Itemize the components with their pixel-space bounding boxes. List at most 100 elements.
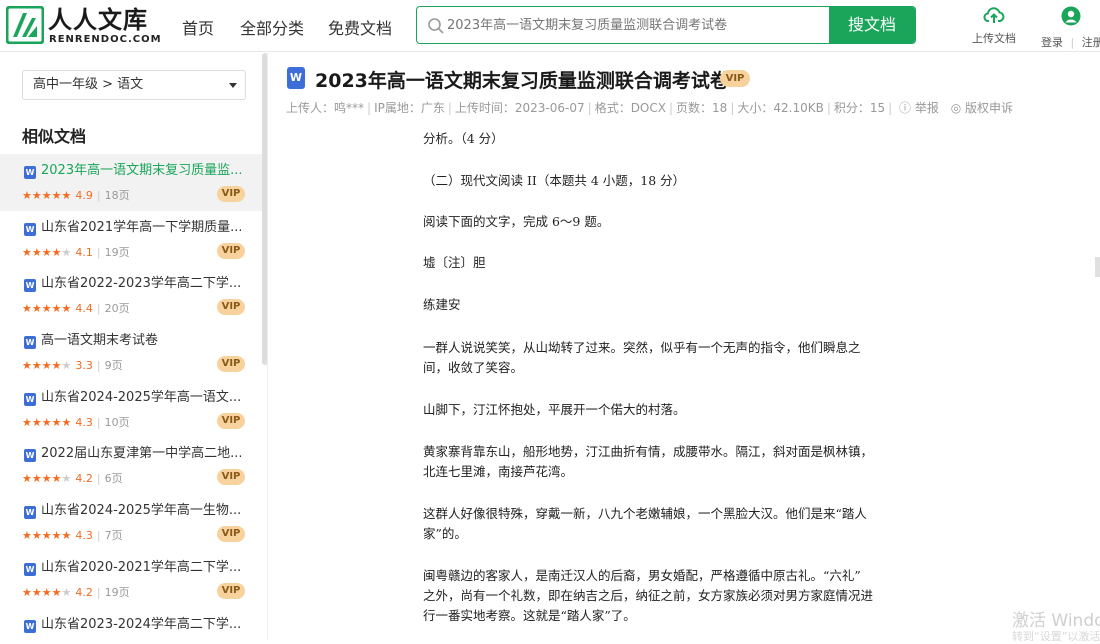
star-filled-icon: ★ [41, 529, 52, 543]
word-doc-icon: W [24, 562, 36, 576]
document-paragraph-line: 分析。（4 分） [423, 131, 504, 146]
vip-badge: VIP [217, 242, 245, 259]
meta-size: 大小：42.10KB [737, 101, 824, 115]
page-count: 19页 [104, 245, 130, 259]
similar-doc-title[interactable]: 山东省2023-2024学年高二下学... [41, 616, 241, 634]
similar-doc-item[interactable]: W 山东省2020-2021学年高二下学... ★★★★★ 4.2 | 19页 VIP [0, 551, 262, 608]
category-select[interactable]: 高中一年级 > 语文 [22, 70, 246, 100]
document-meta: 上传人：鸣*** | IP属地：广东 | 上传时间：2023-06-07 | 格式：DOCX… [286, 99, 1013, 116]
category-select-value: 高中一年级 > 语文 [33, 77, 144, 92]
search-bar: 搜文档 [416, 6, 916, 44]
meta-format: 格式：DOCX [594, 101, 666, 115]
word-doc-icon: W [24, 506, 36, 520]
star-filled-icon: ★ [51, 529, 62, 543]
sidebar: 高中一年级 > 语文 相似文档 W 2023年高一语文期末复习质量监... ★★★★… [0, 53, 268, 640]
similar-doc-meta: ★★★★★ 4.3 | 10页 [22, 414, 130, 430]
similar-docs-list: W 2023年高一语文期末复习质量监... ★★★★★ 4.9 | 18页 VIP W 山东省2… [0, 154, 262, 640]
star-empty-icon: ★ [61, 585, 72, 599]
similar-doc-title[interactable]: 山东省2022-2023学年高二下学... [41, 275, 241, 293]
divider: | [96, 302, 101, 316]
similar-doc-item[interactable]: W 山东省2023-2024学年高二下学... [0, 608, 262, 641]
star-filled-icon: ★ [31, 472, 42, 486]
similar-doc-title[interactable]: 山东省2024-2025学年高一语文... [41, 389, 241, 407]
star-half-icon: ★ [61, 415, 72, 429]
word-doc-icon: W [24, 619, 36, 633]
similar-doc-title[interactable]: 山东省2020-2021学年高二下学... [41, 559, 241, 577]
similar-doc-meta: ★★★★★ 4.9 | 18页 [22, 187, 130, 203]
star-filled-icon: ★ [22, 302, 32, 316]
document-paragraph-line: 一群人说说笑笑，从山坳转了过来。突然，似乎有一个无声的指令，他们瞬息之 [423, 340, 861, 355]
document-paragraph-line: 行一番实地考察。这就是“踏人家”了。 [423, 608, 636, 623]
rating-score: 4.3 [75, 415, 93, 429]
similar-doc-item[interactable]: W 2022届山东夏津第一中学高二地... ★★★★★ 4.2 | 6页 VIP [0, 437, 262, 494]
similar-doc-item[interactable]: W 高一语文期末考试卷 ★★★★★ 3.3 | 9页 VIP [0, 324, 262, 381]
star-filled-icon: ★ [51, 415, 62, 429]
similar-doc-meta: ★★★★★ 4.3 | 7页 [22, 527, 123, 543]
word-doc-icon: W [24, 449, 36, 463]
divider: | [96, 529, 101, 543]
login-link[interactable]: 登录 [1041, 36, 1063, 49]
register-link[interactable]: 注册 [1082, 36, 1100, 49]
rating-score: 4.1 [75, 245, 93, 259]
word-doc-icon: W [24, 392, 36, 406]
report-link[interactable]: ⓘ 举报 [899, 101, 939, 115]
star-empty-icon: ★ [61, 472, 72, 486]
nav-free-docs[interactable]: 免费文档 [328, 15, 392, 39]
divider: | [888, 101, 893, 115]
word-doc-icon: W [24, 336, 36, 350]
report-label: 举报 [914, 101, 939, 115]
similar-doc-meta: ★★★★★ 4.4 | 20页 [22, 300, 130, 316]
star-filled-icon: ★ [51, 302, 62, 316]
similar-doc-item[interactable]: W 山东省2024-2025学年高一生物... ★★★★★ 4.3 | 7页 VIP [0, 494, 262, 551]
rating-stars: ★★★★★ [22, 586, 71, 599]
rating-stars: ★★★★★ [22, 416, 71, 429]
copyright-link[interactable]: ◎ 版权申诉 [951, 101, 1013, 115]
document-paragraph-line: 之外，尚有一个礼数，即在纳吉之后，纳征之前，女方家族必须对男方家庭情况进 [423, 588, 874, 603]
copyright-icon: ◎ [950, 101, 962, 115]
similar-doc-title[interactable]: 2022届山东夏津第一中学高二地... [41, 445, 241, 463]
divider: | [96, 189, 101, 202]
search-input[interactable] [447, 7, 827, 43]
nav-all-categories[interactable]: 全部分类 [240, 15, 304, 39]
page-count: 20页 [104, 302, 130, 316]
divider: | [826, 101, 831, 115]
divider: | [96, 359, 101, 373]
word-doc-icon: W [24, 166, 36, 179]
star-filled-icon: ★ [41, 415, 52, 429]
similar-doc-item[interactable]: W 2023年高一语文期末复习质量监... ★★★★★ 4.9 | 18页 VIP [0, 154, 262, 211]
rating-stars: ★★★★★ [22, 189, 71, 202]
divider: | [447, 101, 452, 115]
page-scrollbar-thumb[interactable] [1095, 257, 1100, 277]
sidebar-scrollbar[interactable] [262, 53, 267, 365]
vip-badge: VIP [217, 526, 245, 543]
similar-doc-title[interactable]: 2023年高一语文期末复习质量监... [41, 162, 241, 180]
document-paragraph-line: 练建安 [423, 297, 461, 312]
divider: | [367, 101, 372, 115]
similar-doc-title[interactable]: 山东省2021学年高一下学期质量... [41, 219, 241, 237]
site-logo[interactable]: 人人文库 RENRENDOC.COM [6, 6, 166, 46]
document-paragraph-line: 黄家寨背靠东山，船形地势，汀江曲折有情，成腰带水。隔江，斜对面是枫林镇， [423, 444, 874, 459]
star-filled-icon: ★ [31, 302, 42, 316]
star-filled-icon: ★ [51, 245, 62, 259]
vip-badge: VIP [217, 412, 245, 429]
top-header: 人人文库 RENRENDOC.COM 首页 全部分类 免费文档 搜文档 上传文档… [0, 0, 1100, 52]
similar-doc-item[interactable]: W 山东省2024-2025学年高一语文... ★★★★★ 4.3 | 10页 VIP [0, 381, 262, 438]
similar-doc-title[interactable]: 高一语文期末考试卷 [41, 332, 241, 350]
upload-doc-button[interactable]: 上传文档 [968, 6, 1020, 46]
logo-text-en: RENRENDOC.COM [49, 34, 162, 45]
user-avatar-icon[interactable] [1061, 6, 1081, 26]
similar-doc-item[interactable]: W 山东省2022-2023学年高二下学... ★★★★★ 4.4 | 20页 VIP [0, 267, 262, 324]
document-preview: 分析。（4 分） （二）现代文阅读 II（本题共 4 小题，18 分） 阅读下面的文… [269, 125, 1100, 640]
star-filled-icon: ★ [22, 245, 32, 259]
similar-doc-item[interactable]: W 山东省2021学年高一下学期质量... ★★★★★ 4.1 | 19页 VIP [0, 211, 262, 268]
divider: | [587, 101, 592, 115]
similar-doc-title[interactable]: 山东省2024-2025学年高一生物... [41, 502, 241, 520]
divider: | [1070, 36, 1075, 49]
word-doc-icon: W [24, 222, 36, 236]
nav-home[interactable]: 首页 [182, 15, 214, 39]
logo-text-cn: 人人文库 [48, 6, 148, 34]
rating-stars: ★★★★★ [22, 359, 71, 372]
rating-score: 4.3 [75, 529, 93, 543]
star-half-icon: ★ [61, 302, 72, 316]
search-button[interactable]: 搜文档 [829, 7, 915, 43]
